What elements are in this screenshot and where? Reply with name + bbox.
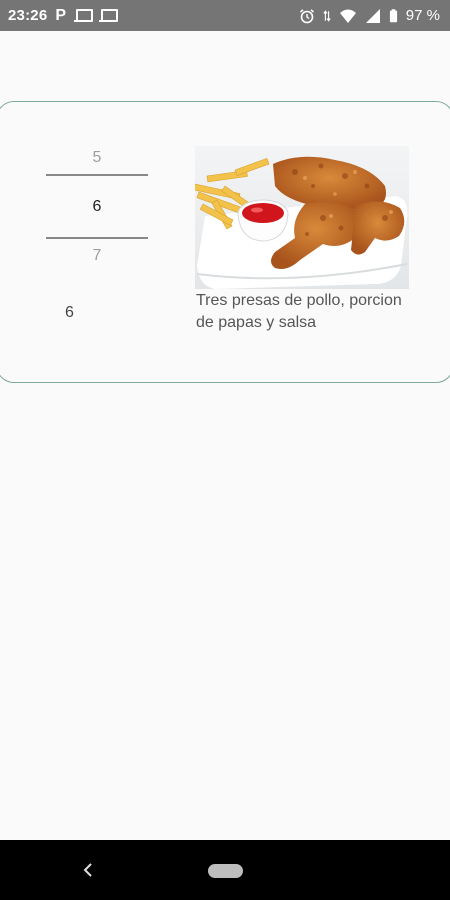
quantity-value: 6 [65, 304, 74, 321]
home-pill-icon[interactable] [208, 864, 243, 878]
back-icon[interactable] [80, 860, 96, 880]
fried-chicken-image [195, 146, 409, 289]
laptop-icon [99, 9, 119, 22]
battery-percent: 97 % [405, 7, 440, 24]
signal-icon [365, 8, 380, 23]
picker-prev-value[interactable]: 5 [46, 149, 148, 167]
picker-divider-bottom [46, 237, 148, 239]
wifi-icon [339, 9, 356, 23]
data-arrows-icon [323, 9, 331, 22]
battery-icon [389, 8, 397, 22]
product-image [195, 146, 409, 289]
status-bar-left: 23:26 P [8, 6, 119, 25]
alarm-icon [299, 8, 314, 23]
product-description: Tres presas de pollo, porcion de papas y… [196, 292, 402, 331]
laptop-icon [74, 9, 94, 22]
quantity-number-picker[interactable]: 5 6 7 [46, 140, 148, 270]
picker-next-value[interactable]: 7 [46, 247, 148, 265]
p-icon: P [55, 6, 67, 24]
picker-divider-top [46, 174, 148, 176]
picker-selected-value[interactable]: 6 [46, 198, 148, 216]
status-bar: 23:26 P 97 % [0, 0, 450, 31]
status-bar-right: 97 % [299, 7, 440, 24]
status-time: 23:26 [8, 7, 48, 24]
